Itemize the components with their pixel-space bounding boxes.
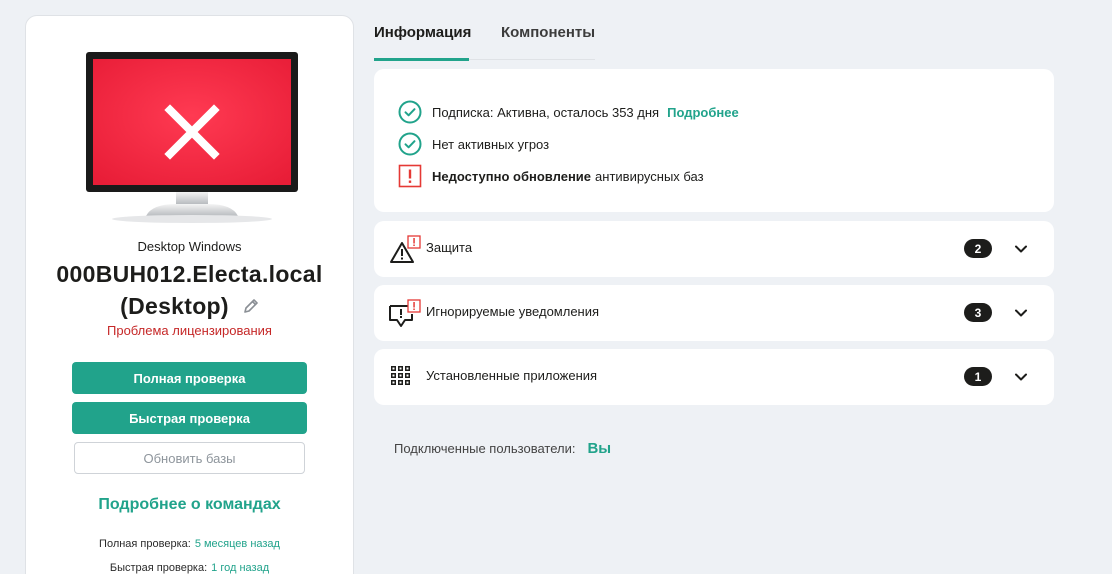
section-protection-label: Защита <box>426 240 473 255</box>
update-status: Недоступно обновление антивирусных баз <box>398 164 704 188</box>
check-circle-icon <box>398 100 422 124</box>
update-bold-text: Недоступно обновление <box>432 168 592 184</box>
section-protection[interactable]: Защита 2 <box>374 221 1054 277</box>
commands-details-link[interactable]: Подробнее о командах <box>26 496 353 514</box>
last-full-scan: Полная проверка: 5 месяцев назад <box>26 538 353 550</box>
section-ignored-notifications[interactable]: Игнорируемые уведомления 3 <box>374 285 1054 341</box>
last-quick-scan-label: Быстрая проверка: <box>109 562 208 574</box>
device-type: Desktop Windows <box>137 239 242 254</box>
chevron-down-icon[interactable] <box>1013 305 1029 321</box>
section-installed-apps-label: Установленные приложения <box>426 368 598 383</box>
license-problem-text: Проблема лицензирования <box>107 323 272 338</box>
pencil-edit-icon[interactable] <box>243 298 259 314</box>
last-quick-scan: Быстрая проверка: 1 год назад <box>26 562 353 574</box>
subscription-text: Подписка: Активна, осталось 353 дня <box>432 104 660 120</box>
section-installed-apps[interactable]: Установленные приложения 1 <box>374 349 1054 405</box>
ignored-notifications-icon <box>389 299 421 327</box>
chevron-down-icon[interactable] <box>1013 369 1029 385</box>
chevron-down-icon[interactable] <box>1013 241 1029 257</box>
full-scan-button[interactable]: Полная проверка <box>72 362 307 394</box>
connected-users-label: Подключенные пользователи: <box>394 441 576 456</box>
connected-users: Подключенные пользователи: Вы <box>394 440 611 457</box>
threats-status: Нет активных угроз <box>398 132 549 156</box>
section-protection-count: 2 <box>964 239 992 258</box>
alert-square-icon <box>398 164 422 188</box>
tab-information[interactable]: Информация <box>374 24 471 41</box>
update-rest-text: антивирусных баз <box>595 168 704 184</box>
monitor-error-icon <box>86 52 298 223</box>
section-ignored-notifications-label: Игнорируемые уведомления <box>426 304 600 319</box>
section-ignored-notifications-count: 3 <box>964 303 992 322</box>
active-tab-indicator <box>374 58 469 61</box>
last-full-scan-value[interactable]: 5 месяцев назад <box>195 538 280 550</box>
apps-grid-icon <box>391 366 410 385</box>
quick-scan-button[interactable]: Быстрая проверка <box>72 402 307 434</box>
device-name-text: 000BUH012.Electa.local (Desktop) <box>56 261 323 319</box>
section-installed-apps-count: 1 <box>964 367 992 386</box>
threats-text: Нет активных угроз <box>432 136 550 152</box>
warning-icon <box>390 235 421 263</box>
connected-users-value[interactable]: Вы <box>587 440 611 457</box>
tab-bar: Информация Компоненты <box>374 14 595 61</box>
last-full-scan-label: Полная проверка: <box>99 538 191 550</box>
subscription-details-link[interactable]: Подробнее <box>667 105 739 120</box>
status-panel: Подписка: Активна, осталось 353 дня Подр… <box>374 69 1054 212</box>
last-quick-scan-value[interactable]: 1 год назад <box>211 562 269 574</box>
check-circle-icon <box>398 132 422 156</box>
device-name: 000BUH012.Electa.local (Desktop) <box>40 258 339 322</box>
device-card: Desktop Windows 000BUH012.Electa.local (… <box>25 15 354 574</box>
tab-components[interactable]: Компоненты <box>501 24 595 41</box>
update-bases-button[interactable]: Обновить базы <box>74 442 305 474</box>
subscription-status: Подписка: Активна, осталось 353 дня Подр… <box>398 100 739 124</box>
